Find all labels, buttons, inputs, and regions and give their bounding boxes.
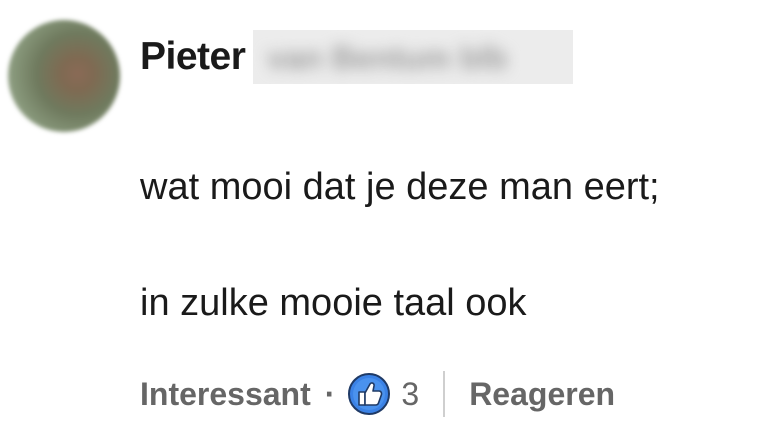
react-button[interactable]: Interessant (140, 376, 311, 413)
separator-dot: · (324, 375, 336, 412)
author-name-redacted-text: van Bentum blb (267, 40, 508, 76)
comment-text-line: in zulke mooie taal ook (140, 282, 527, 324)
comment-actions: Interessant · 3 Reageren (140, 368, 615, 420)
reply-button[interactable]: Reageren (469, 376, 615, 413)
avatar[interactable] (8, 20, 120, 132)
thumbs-up-icon[interactable] (347, 372, 391, 416)
divider (443, 371, 446, 417)
reaction-count[interactable]: 3 (401, 376, 419, 413)
comment-author[interactable]: Pieter van Bentum blb (140, 30, 574, 84)
comment-text-line: wat mooi dat je deze man eert; (140, 166, 660, 208)
author-name[interactable]: Pieter (140, 35, 246, 79)
author-name-redacted: van Bentum blb (253, 30, 574, 84)
